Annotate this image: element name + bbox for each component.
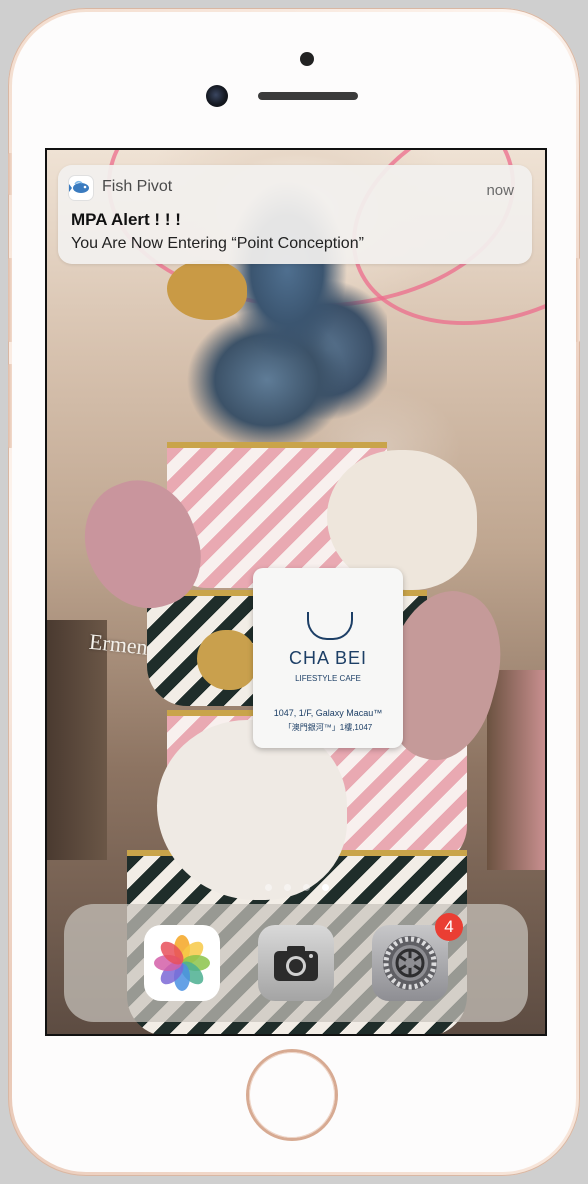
notification-title: MPA Alert ! ! ! — [71, 210, 181, 229]
front-camera — [206, 85, 228, 107]
earpiece-speaker — [258, 92, 358, 100]
teacup-logo-icon — [307, 612, 353, 640]
settings-app-icon[interactable] — [372, 925, 448, 1001]
store-front — [47, 620, 107, 860]
notification-app-name: Fish Pivot — [102, 178, 173, 195]
settings-gear-icon — [383, 936, 437, 990]
notification-time: now — [486, 182, 514, 199]
page-dot — [303, 884, 310, 891]
tag-brand: CHA BEI — [288, 648, 368, 668]
tag-tagline: LIFESTYLE CAFE — [295, 674, 361, 683]
fish-icon — [69, 176, 93, 200]
camera-icon — [274, 946, 318, 981]
page-dot — [284, 884, 291, 891]
page-indicator[interactable] — [257, 884, 337, 894]
photos-icon — [154, 935, 210, 991]
notification-body: You Are Now Entering “Point Conception” — [71, 235, 364, 252]
camera-app-icon[interactable] — [258, 925, 334, 1001]
photos-app-icon[interactable] — [144, 925, 220, 1001]
home-screen: Ermenegild CHA BEI LIFESTYLE CAFE 1047, … — [45, 148, 547, 1036]
proximity-sensor — [300, 52, 314, 66]
page-dot — [265, 884, 272, 891]
wallpaper-photo: Ermenegild CHA BEI LIFESTYLE CAFE 1047, … — [47, 150, 545, 1034]
settings-badge: 4 — [435, 913, 463, 941]
tag-address: 1047, 1/F, Galaxy Macau™ — [273, 708, 383, 718]
cha-bei-tag: CHA BEI LIFESTYLE CAFE 1047, 1/F, Galaxy… — [253, 568, 403, 748]
flower-gold-middle — [197, 630, 257, 690]
home-button[interactable] — [249, 1052, 335, 1138]
store-front-right — [487, 670, 545, 870]
tag-address-local: 「澳門銀河™」1樓,1047 — [283, 723, 373, 732]
flower-gold-top — [167, 260, 247, 320]
dock: 4 — [64, 904, 528, 1022]
notification-banner[interactable]: Fish Pivot now MPA Alert ! ! ! You Are N… — [58, 165, 532, 264]
page-dot-current — [322, 884, 329, 891]
